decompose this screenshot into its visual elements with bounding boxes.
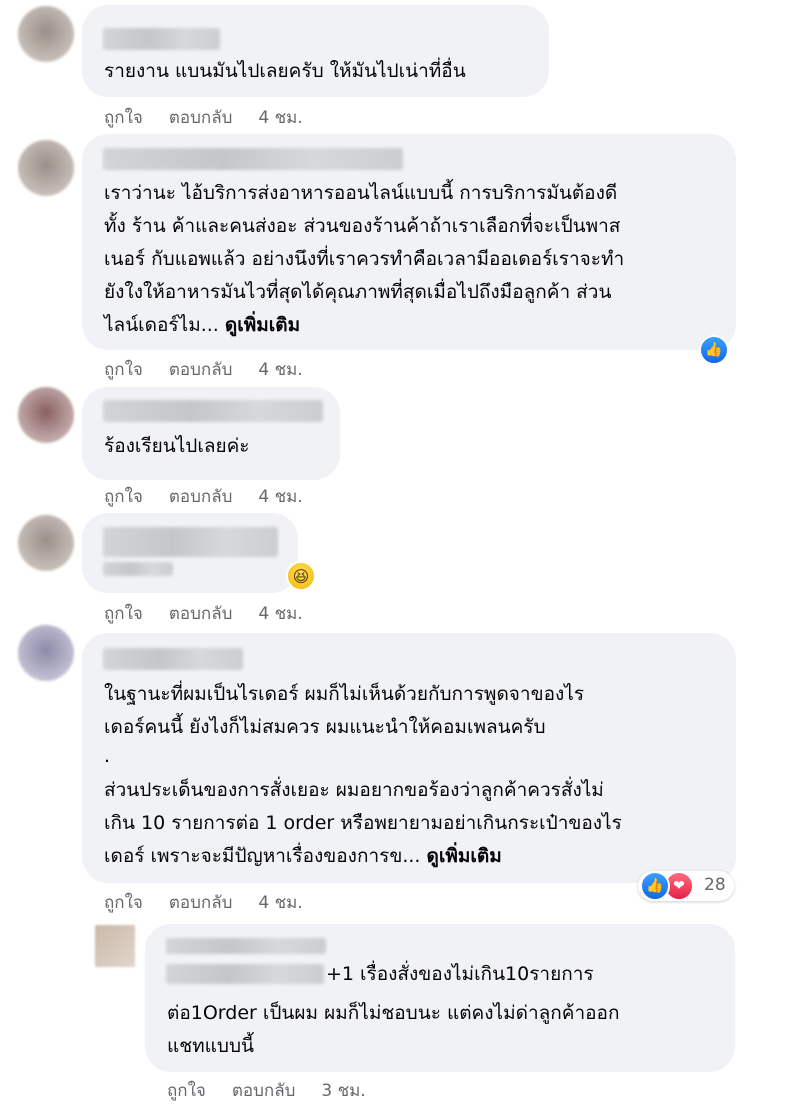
comment-text: ทั้ง ร้าน ค้าและคนส่งอะ ส่วนของร้านค้าถ้…: [104, 215, 621, 237]
timestamp[interactable]: 4 ชม.: [258, 487, 302, 507]
comment-text: ร้องเรียนไปเลยค่ะ: [104, 435, 250, 457]
like-button[interactable]: ถูกใจ: [104, 487, 143, 507]
haha-icon[interactable]: 😆: [286, 561, 316, 591]
commenter-name[interactable]: [103, 400, 323, 422]
comment-text: เราว่านะ ไอ้บริการส่งอาหารออนไลน์แบบนี้ …: [104, 182, 618, 204]
comment-text: เนอร์ กับแอพแล้ว อย่างนึงที่เราควรทำคือเ…: [104, 248, 625, 270]
avatar[interactable]: [18, 515, 74, 571]
avatar[interactable]: [18, 6, 74, 62]
comment-text: รายงาน แบนมันไปเลยครับ ให้มันไปเน่าที่อื…: [104, 60, 466, 82]
timestamp[interactable]: 4 ชม.: [258, 360, 302, 380]
comment-actions: ถูกใจ ตอบกลับ 4 ชม.: [104, 600, 329, 627]
see-more-link[interactable]: ดูเพิ่มเติม: [225, 314, 300, 336]
avatar[interactable]: [18, 625, 74, 681]
like-button[interactable]: ถูกใจ: [104, 108, 143, 128]
commenter-name[interactable]: [103, 148, 403, 170]
comment-text: เกิน 10 รายการต่อ 1 order หรือพยายามอย่า…: [104, 812, 622, 834]
comment-text: เดอร์ เพราะจะมีปัญหาเรื่องของการข... ดูเ…: [104, 840, 502, 873]
comment-text: เดอร์คนนี้ ยังไงก็ไม่สมควร ผมแนะนำให้คอม…: [104, 716, 546, 738]
comment-actions: ถูกใจ ตอบกลับ 3 ชม.: [167, 1077, 392, 1104]
reaction-count: 28: [704, 875, 726, 895]
like-icon: 👍: [640, 871, 670, 901]
like-button[interactable]: ถูกใจ: [104, 893, 143, 913]
commenter-name[interactable]: [103, 648, 243, 670]
reply-button[interactable]: ตอบกลับ: [169, 360, 233, 380]
like-button[interactable]: ถูกใจ: [167, 1081, 206, 1101]
comment-text: ในฐานะที่ผมเป็นไรเดอร์ ผมก็ไม่เห็นด้วยกั…: [104, 683, 585, 705]
comment-actions: ถูกใจ ตอบกลับ 4 ชม.: [104, 889, 329, 916]
avatar[interactable]: [18, 387, 74, 443]
commenter-name[interactable]: [166, 938, 326, 954]
timestamp[interactable]: 4 ชม.: [258, 604, 302, 624]
see-more-link[interactable]: ดูเพิ่มเติม: [427, 845, 502, 867]
reply-button[interactable]: ตอบกลับ: [232, 1081, 296, 1101]
reply-button[interactable]: ตอบกลับ: [169, 604, 233, 624]
comment-text: ส่วนประเด็นของการสั่งเยอะ ผมอยากขอร้องว่…: [104, 779, 604, 801]
avatar[interactable]: [18, 140, 74, 196]
comment-actions: ถูกใจ ตอบกลับ 4 ชม.: [104, 104, 329, 131]
timestamp[interactable]: 4 ชม.: [258, 108, 302, 128]
like-button[interactable]: ถูกใจ: [104, 604, 143, 624]
comment-text-truncated: เดอร์ เพราะจะมีปัญหาเรื่องของการข...: [104, 845, 421, 867]
comment-text: แชทแบบนี้: [167, 1035, 255, 1057]
like-button[interactable]: ถูกใจ: [104, 360, 143, 380]
like-icon[interactable]: 👍: [699, 335, 729, 365]
comment-text: .: [104, 745, 111, 767]
timestamp[interactable]: 3 ชม.: [321, 1081, 365, 1101]
reply-button[interactable]: ตอบกลับ: [169, 108, 233, 128]
commenter-name[interactable]: [103, 527, 278, 557]
comment-actions: ถูกใจ ตอบกลับ 4 ชม.: [104, 356, 329, 383]
timestamp[interactable]: 4 ชม.: [258, 893, 302, 913]
comment-actions: ถูกใจ ตอบกลับ 4 ชม.: [104, 483, 329, 510]
comment-text: ไลน์เดอร์ไม... ดูเพิ่มเติม: [104, 309, 300, 342]
comment-text: ต่อ1Order เป็นผม ผมก็ไม่ชอบนะ แต่คงไม่ด่…: [167, 1002, 620, 1024]
reply-button[interactable]: ตอบกลับ: [169, 893, 233, 913]
commenter-name[interactable]: [103, 28, 220, 50]
comment-text-redacted: [103, 562, 173, 576]
reply-button[interactable]: ตอบกลับ: [169, 487, 233, 507]
comment-text: +1 เรื่องสั่งของไม่เกิน10รายการ: [326, 963, 594, 985]
comment-text: ยังใงให้อาหารมันไวที่สุดได้คุณภาพที่สุดเ…: [104, 281, 612, 303]
avatar[interactable]: [95, 925, 135, 967]
comment-text-truncated: ไลน์เดอร์ไม...: [104, 314, 219, 336]
comment-text-redacted: [166, 964, 324, 984]
